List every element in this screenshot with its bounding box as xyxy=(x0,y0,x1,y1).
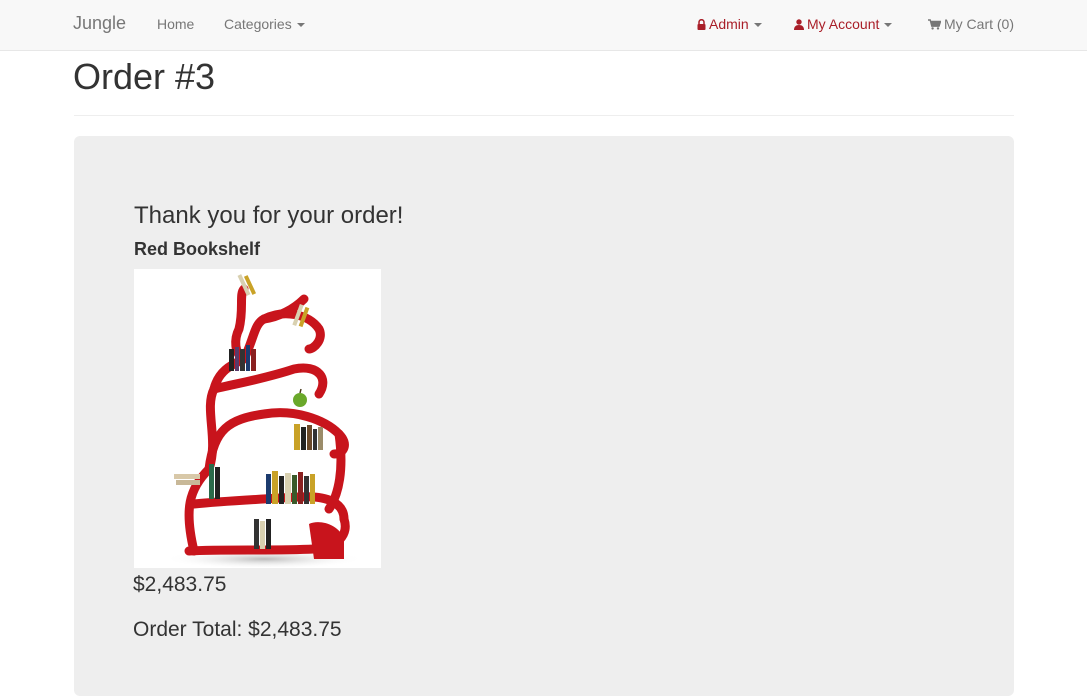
nav-account-label: My Account xyxy=(807,16,880,32)
bookshelf-image xyxy=(164,274,364,568)
nav-categories-label: Categories xyxy=(224,16,292,32)
product-image xyxy=(134,269,381,568)
thank-you-heading: Thank you for your order! xyxy=(134,202,404,229)
cart-icon xyxy=(928,19,941,30)
nav-admin-dropdown[interactable]: Admin xyxy=(697,16,762,32)
caret-down-icon xyxy=(884,23,893,28)
product-price: $2,483.75 xyxy=(133,573,227,596)
caret-down-icon xyxy=(296,23,305,28)
lock-icon xyxy=(697,19,706,30)
nav-categories-dropdown[interactable]: Categories xyxy=(224,16,305,32)
order-total: Order Total: $2,483.75 xyxy=(133,618,342,641)
nav-account-dropdown[interactable]: My Account xyxy=(794,16,893,32)
user-icon xyxy=(794,19,804,30)
nav-cart[interactable]: My Cart (0) xyxy=(928,16,1014,32)
nav-home[interactable]: Home xyxy=(157,16,194,32)
caret-down-icon xyxy=(753,23,762,28)
navbar: Jungle Home Categories Admin My Account … xyxy=(0,0,1087,51)
page-title: Order #3 xyxy=(73,56,216,97)
nav-cart-label: My Cart (0) xyxy=(944,16,1014,32)
order-panel: Thank you for your order! Red Bookshelf xyxy=(74,136,1014,696)
header-divider xyxy=(74,115,1014,116)
product-name: Red Bookshelf xyxy=(134,239,261,259)
brand-link[interactable]: Jungle xyxy=(73,13,126,34)
nav-admin-label: Admin xyxy=(709,16,749,32)
